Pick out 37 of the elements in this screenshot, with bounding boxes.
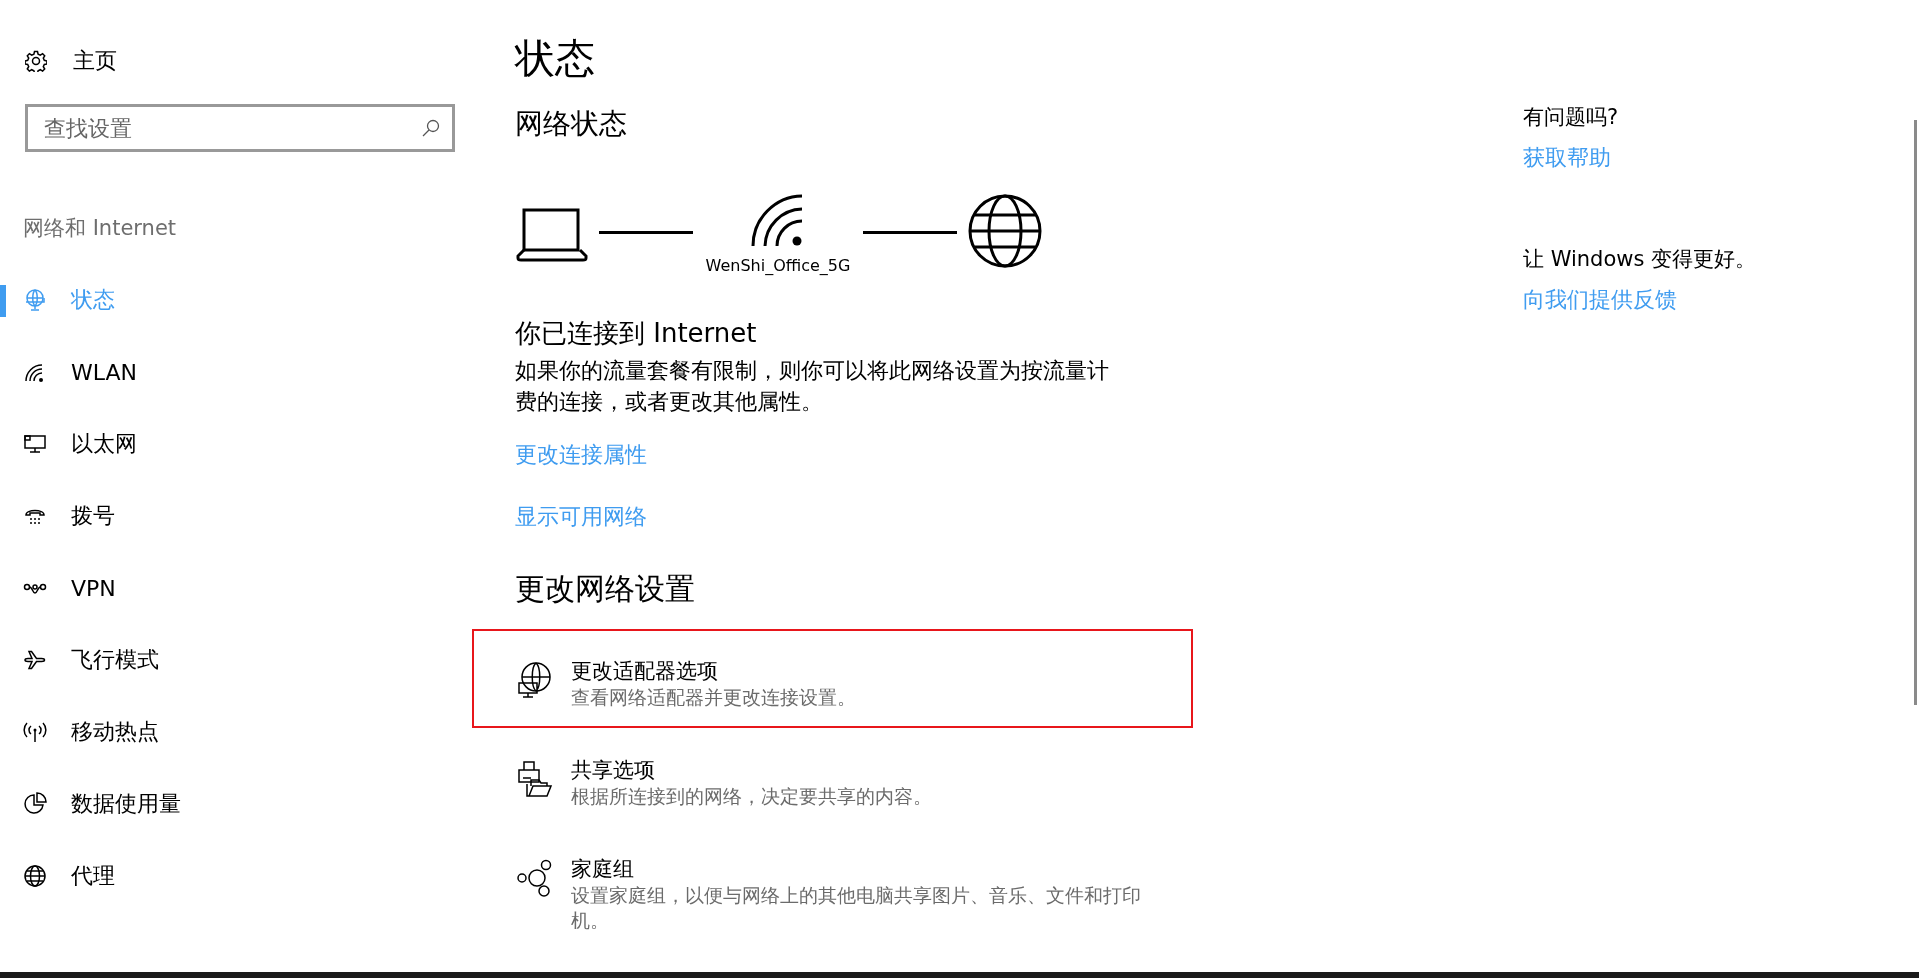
connected-circles-icon [517, 859, 553, 897]
home-link[interactable]: 主页 [0, 44, 455, 78]
sidebar-item[interactable]: 数据使用量 [0, 768, 455, 840]
sidebar-item[interactable]: 飞行模式 [0, 624, 455, 696]
section-heading: 更改网络设置 [515, 571, 695, 607]
selection-indicator [0, 285, 6, 317]
monitor-icon [23, 432, 47, 456]
airplane-icon [23, 648, 47, 672]
globe-icon [23, 864, 47, 888]
sidebar-item[interactable]: 代理 [0, 840, 455, 912]
settings-option[interactable]: 家庭组 设置家庭组，以便与网络上的其他电脑共享图片、音乐、文件和打印机。 [472, 827, 1193, 951]
help-question: 有问题吗? [1523, 104, 1619, 131]
search-field[interactable]: 查找设置 [25, 104, 455, 152]
sidebar-item[interactable]: VPN [0, 552, 455, 624]
laptop-icon [515, 208, 589, 262]
sidebar-item[interactable]: 拨号 [0, 480, 455, 552]
settings-icon [25, 50, 47, 72]
network-name: WenShi_Office_5G [705, 256, 851, 275]
category-label: 网络和 Internet [23, 215, 178, 242]
search-icon [422, 119, 440, 137]
sidebar-item[interactable]: WLAN [0, 336, 455, 408]
pie-chart-icon [23, 792, 47, 816]
feedback-prompt: 让 Windows 变得更好。 [1523, 246, 1757, 273]
scrollbar[interactable] [1914, 120, 1917, 705]
settings-option[interactable]: 更改适配器选项 查看网络适配器并更改连接设置。 [472, 629, 1193, 728]
section-heading: 网络状态 [515, 106, 627, 142]
globe-monitor-icon [517, 661, 553, 699]
page-title: 状态 [515, 34, 595, 82]
globe-monitor-icon [23, 288, 47, 312]
globe-icon [967, 193, 1043, 269]
printer-folder-icon [517, 760, 553, 798]
settings-option[interactable]: 共享选项 根据所连接到的网络，决定要共享的内容。 [472, 728, 1193, 827]
connection-status: 你已连接到 Internet [515, 317, 757, 350]
connection-description: 如果你的流量套餐有限制，则你可以将此网络设置为按流量计费的连接，或者更改其他属性。 [515, 357, 1110, 416]
sidebar-item[interactable]: 以太网 [0, 408, 455, 480]
sidebar-item[interactable]: 移动热点 [0, 696, 455, 768]
antenna-icon [23, 720, 47, 744]
